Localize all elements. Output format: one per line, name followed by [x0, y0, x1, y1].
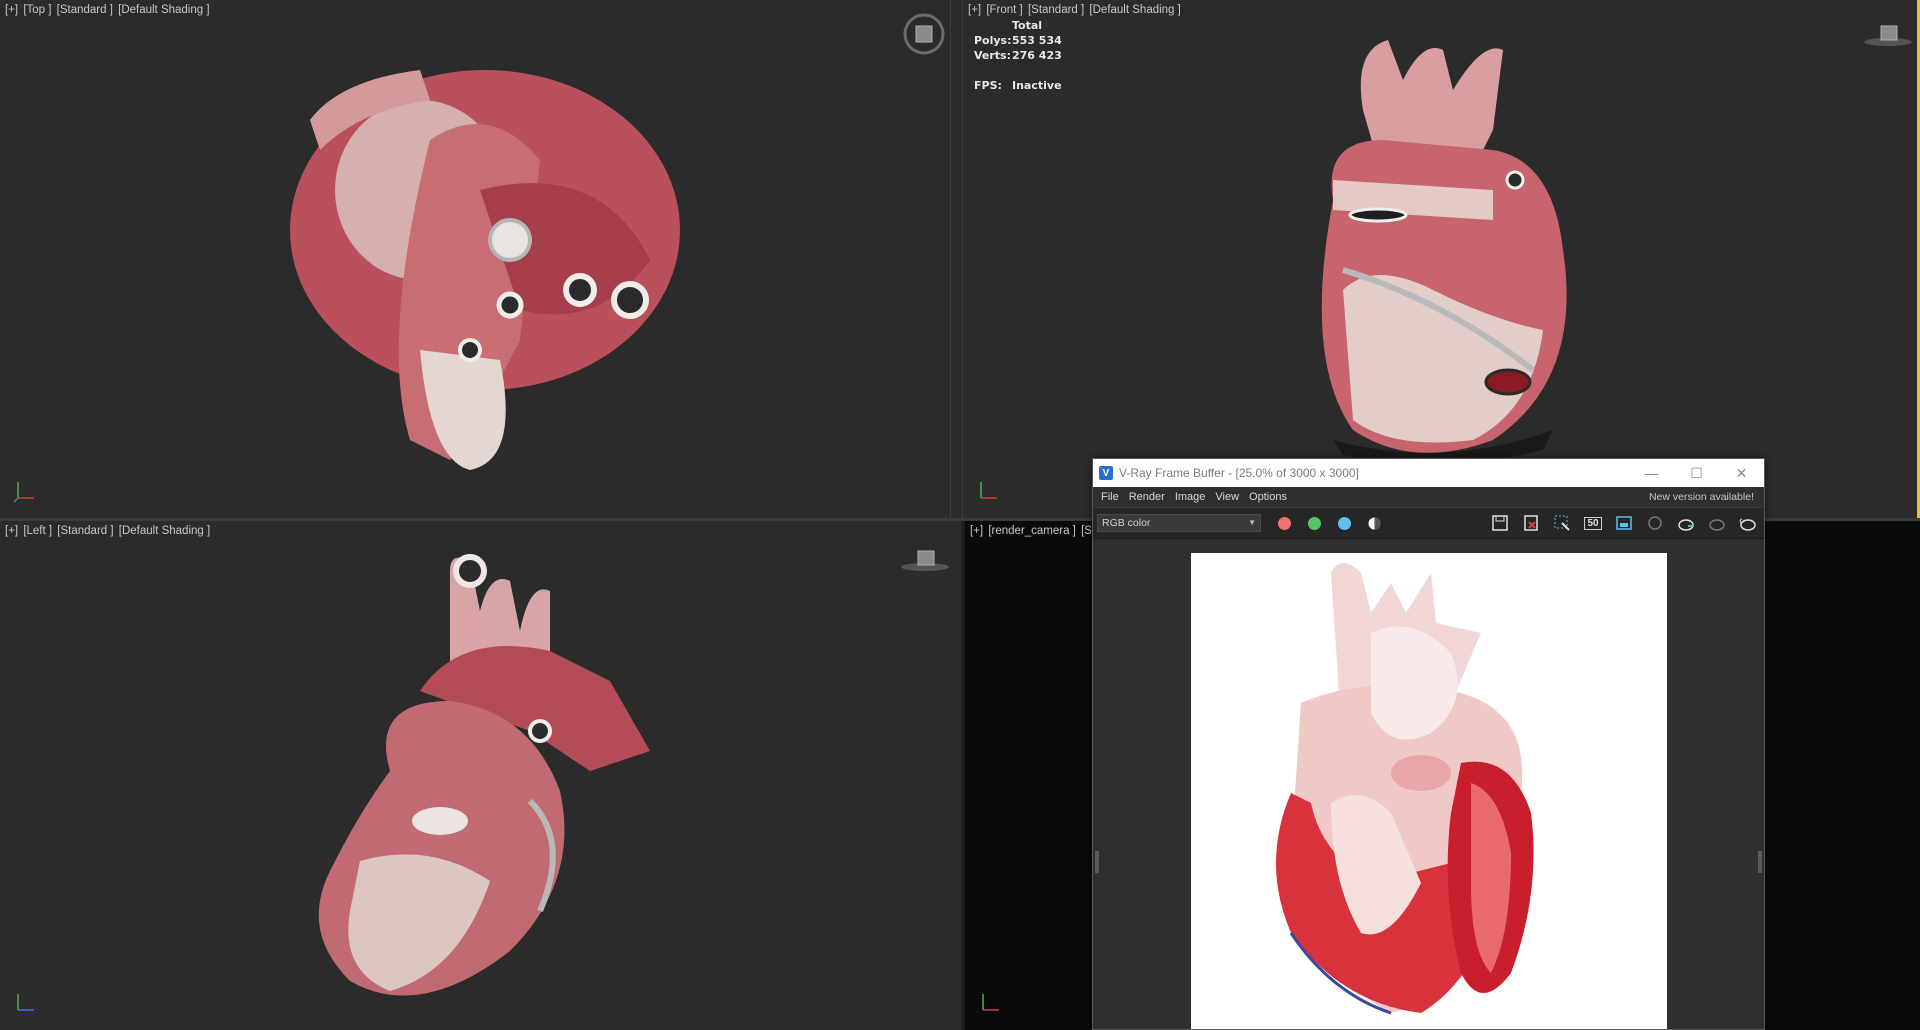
stop-render-icon[interactable] [1643, 511, 1667, 535]
viewport-top[interactable]: [+] [Top ] [Standard ] [Default Shading … [0, 0, 950, 518]
3dsmax-workspace: [+] [Top ] [Standard ] [Default Shading … [0, 0, 1920, 1030]
canvas-left-handle[interactable] [1095, 851, 1099, 873]
vray-frame-buffer-window[interactable]: V V-Ray Frame Buffer - [25.0% of 3000 x … [1092, 458, 1765, 1030]
viewport-shading-label[interactable]: [Default Shading ] [1089, 4, 1180, 16]
heart-model-front[interactable] [1293, 30, 1593, 460]
clear-icon[interactable] [1519, 511, 1543, 535]
rendered-image [1191, 553, 1667, 1029]
close-icon[interactable]: ✕ [1719, 459, 1764, 487]
viewport-label[interactable]: [+] [Front ] [Standard ] [Default Shadin… [968, 4, 1183, 16]
render-teapot-icon[interactable] [1674, 511, 1698, 535]
menu-file[interactable]: File [1101, 491, 1119, 503]
vfb-menu-bar: File Render Image View Options New versi… [1093, 487, 1764, 507]
viewport-shading-label[interactable]: [Default Shading ] [118, 4, 209, 16]
viewport-label[interactable]: [+] [render_camera ] [St [970, 525, 1097, 537]
canvas-right-handle[interactable] [1758, 851, 1762, 873]
heart-model-top[interactable] [280, 40, 700, 490]
zoom-icon[interactable]: 50 [1581, 511, 1605, 535]
channel-select[interactable]: RGB color ▼ [1097, 514, 1261, 532]
maximize-icon[interactable]: ☐ [1674, 459, 1719, 487]
viewport-menu-plus[interactable]: [+] [5, 525, 18, 537]
viewport-pov-label[interactable]: [Left ] [23, 525, 52, 537]
axis-tripod-icon [982, 994, 999, 1011]
minimize-icon[interactable]: — [1629, 459, 1674, 487]
stats-total-label: Total [1012, 19, 1043, 32]
vfb-title-bar[interactable]: V V-Ray Frame Buffer - [25.0% of 3000 x … [1093, 459, 1764, 487]
viewport-menu-plus[interactable]: [+] [5, 4, 18, 16]
heart-render-image [1276, 563, 1534, 1015]
chevron-down-icon: ▼ [1248, 518, 1256, 527]
vfb-canvas[interactable] [1093, 541, 1764, 1029]
blue-channel-toggle[interactable] [1338, 516, 1351, 530]
axis-tripod-icon [980, 482, 997, 499]
polys-value: 553 534 [1012, 34, 1062, 47]
verts-label: Verts: [974, 49, 1012, 62]
menu-options[interactable]: Options [1249, 491, 1287, 503]
alpha-channel-icon[interactable] [1368, 517, 1381, 530]
frame-icon[interactable] [1612, 511, 1636, 535]
viewport-standard-label[interactable]: [Standard ] [57, 4, 113, 16]
render-teapot-icon[interactable] [1736, 511, 1760, 535]
viewport-standard-label[interactable]: [Standard ] [57, 525, 113, 537]
vfb-toolbar: RGB color ▼ 50 [1093, 507, 1764, 539]
viewport-pov-label[interactable]: [Top ] [23, 4, 51, 16]
new-version-link[interactable]: New version available! [1649, 491, 1754, 503]
fps-label: FPS: [974, 79, 1002, 92]
render-interactive-icon[interactable] [1705, 511, 1729, 535]
axis-tripod-icon [17, 994, 34, 1011]
viewcube-icon[interactable] [900, 545, 950, 575]
viewcube-icon[interactable] [1863, 20, 1913, 50]
verts-value: 276 423 [1012, 49, 1062, 62]
axis-tripod-icon [13, 482, 34, 503]
menu-image[interactable]: Image [1175, 491, 1206, 503]
viewport-standard-label[interactable]: [Standard ] [1028, 4, 1084, 16]
fps-value: Inactive [1012, 79, 1062, 92]
polys-label: Polys: [974, 34, 1012, 47]
channel-select-value: RGB color [1102, 517, 1151, 529]
viewport-menu-plus[interactable]: [+] [968, 4, 981, 16]
vfb-title: V-Ray Frame Buffer - [25.0% of 3000 x 30… [1119, 466, 1359, 480]
heart-model-left[interactable] [310, 551, 660, 1021]
viewport-menu-plus[interactable]: [+] [970, 525, 983, 537]
viewport-label[interactable]: [+] [Top ] [Standard ] [Default Shading … [5, 4, 212, 16]
green-channel-toggle[interactable] [1308, 516, 1321, 530]
region-select-icon[interactable] [1550, 511, 1574, 535]
menu-render[interactable]: Render [1129, 491, 1165, 503]
scene-statistics: Total Polys: 553 534 Verts: 276 423 FPS: In… [974, 18, 1062, 93]
red-channel-toggle[interactable] [1278, 516, 1291, 530]
viewcube-icon[interactable] [902, 12, 946, 56]
viewport-shading-label[interactable]: [Default Shading ] [119, 525, 210, 537]
viewport-left[interactable]: [+] [Left ] [Standard ] [Default Shading… [0, 521, 962, 1030]
viewport-divider-vertical[interactable] [950, 0, 963, 518]
zoom-label: 50 [1584, 516, 1602, 530]
viewport-label[interactable]: [+] [Left ] [Standard ] [Default Shading… [5, 525, 212, 537]
save-icon[interactable] [1488, 511, 1512, 535]
menu-view[interactable]: View [1215, 491, 1239, 503]
viewport-front[interactable]: [+] [Front ] [Standard ] [Default Shadin… [963, 0, 1920, 518]
viewport-pov-label[interactable]: [Front ] [986, 4, 1022, 16]
viewport-pov-label[interactable]: [render_camera ] [988, 525, 1076, 537]
vray-logo-icon: V [1099, 466, 1113, 480]
